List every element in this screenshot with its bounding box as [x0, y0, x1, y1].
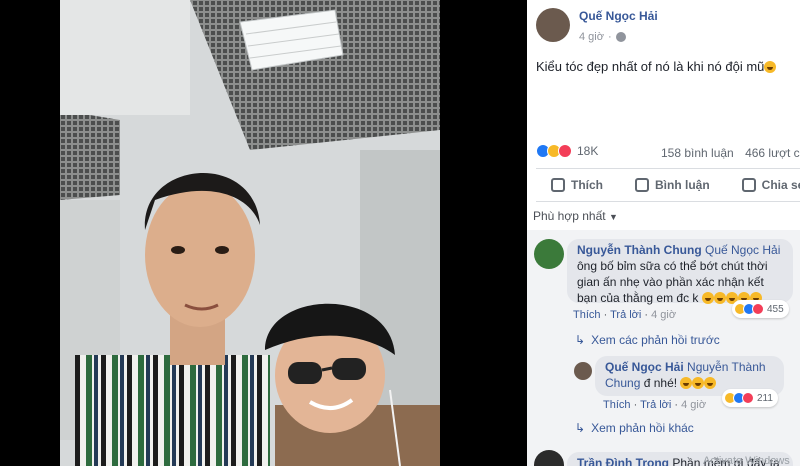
post-stats: 158 bình luận 466 lượt chia sẻ [661, 146, 800, 160]
activation-watermark: Activate Windows [703, 455, 790, 466]
post-actions: Thích Bình luận Chia sẻ [536, 172, 800, 198]
post-panel: Quế Ngọc Hải 4 giờ · Kiểu tóc đẹp nhất o… [527, 0, 800, 466]
view-previous-replies[interactable]: ↳ Xem các phản hồi trước [575, 333, 720, 347]
comment-author[interactable]: Trần Đình Trọng [577, 456, 669, 466]
globe-icon [615, 32, 626, 42]
comment-meta: Thích · Trả lời · 4 giờ [573, 309, 677, 321]
reply-reactions[interactable]: 211 [722, 389, 778, 407]
reply-meta: Thích · Trả lời · 4 giờ [603, 399, 707, 411]
caret-down-icon: ▼ [608, 212, 618, 222]
post-meta: 4 giờ · [579, 31, 626, 43]
reaction-count: 18K [577, 144, 599, 158]
comments-count[interactable]: 158 bình luận [661, 146, 734, 160]
comment-button[interactable]: Bình luận [635, 172, 710, 198]
share-button[interactable]: Chia sẻ [741, 172, 800, 198]
selfie-illustration [60, 0, 440, 466]
love-icon [558, 144, 572, 158]
divider [536, 168, 800, 169]
laughing-emoji-icon [713, 292, 726, 304]
post-author[interactable]: Quế Ngọc Hải [579, 9, 658, 23]
commenter-avatar[interactable] [534, 239, 564, 269]
laughing-emoji-icon [704, 377, 717, 389]
comment-icon [635, 178, 649, 192]
comment-like-link[interactable]: Thích [573, 309, 601, 321]
view-more-replies[interactable]: ↳ Xem phản hồi khác [575, 421, 694, 435]
comment-reactions[interactable]: 455 [732, 300, 789, 318]
divider [536, 201, 800, 202]
post-text: Kiểu tóc đẹp nhất of nó là khi nó đội mũ [536, 59, 777, 74]
thumbs-up-icon [551, 178, 565, 192]
post-photo[interactable] [60, 0, 440, 466]
love-icon [752, 303, 764, 315]
laughing-emoji-icon [701, 292, 714, 304]
sort-dropdown[interactable]: Phù hợp nhất ▼ [533, 209, 618, 223]
reply-text: đ nhé! [643, 376, 678, 390]
reaction-summary[interactable]: 18K [536, 144, 598, 158]
share-icon [741, 178, 756, 192]
shares-count[interactable]: 466 lượt chia sẻ [745, 146, 800, 160]
laughing-emoji-icon [680, 377, 693, 389]
comment-bubble: Nguyễn Thành Chung Quế Ngọc Hải ông bố b… [567, 239, 793, 305]
reply-author[interactable]: Quế Ngọc Hải [605, 360, 684, 374]
love-icon [742, 392, 754, 404]
replier-avatar[interactable] [574, 362, 592, 380]
laughing-emoji-icon [764, 61, 777, 73]
post-time[interactable]: 4 giờ [579, 31, 604, 43]
reply-arrow-icon: ↳ [575, 421, 586, 435]
like-button[interactable]: Thích [551, 172, 603, 198]
comment-time[interactable]: 4 giờ [651, 309, 676, 321]
author-avatar[interactable] [536, 8, 570, 42]
comment-author[interactable]: Nguyễn Thành Chung [577, 243, 702, 257]
reply-time[interactable]: 4 giờ [681, 399, 706, 411]
photo-viewer [0, 0, 527, 466]
laughing-emoji-icon [692, 377, 705, 389]
comment-reply-link[interactable]: Trả lời [610, 309, 641, 321]
reply-arrow-icon: ↳ [575, 333, 586, 347]
reply-reply-link[interactable]: Trả lời [640, 399, 671, 411]
comment-tag[interactable]: Quế Ngọc Hải [705, 243, 780, 257]
reply-like-link[interactable]: Thích [603, 399, 631, 411]
